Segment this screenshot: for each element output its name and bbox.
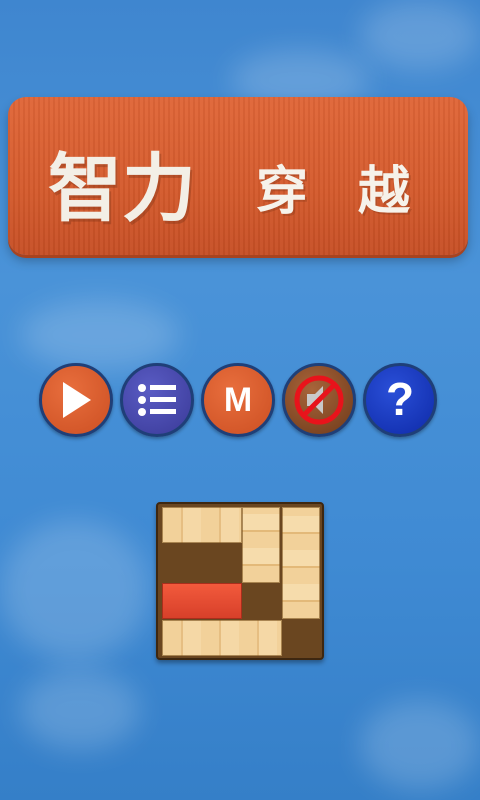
level-list-button[interactable] (120, 363, 194, 437)
list-icon (138, 384, 176, 416)
wood-block (282, 507, 320, 619)
wood-block (242, 507, 280, 583)
help-button[interactable]: ? (363, 363, 437, 437)
title-char-3: 越 (358, 162, 411, 222)
more-games-button[interactable]: M (201, 363, 275, 437)
question-icon: ? (385, 373, 415, 425)
m-icon: M (223, 380, 253, 419)
sound-toggle-button[interactable] (282, 363, 356, 437)
play-button[interactable] (39, 363, 113, 437)
target-block (162, 583, 242, 619)
title-char-2: 穿 (256, 162, 309, 222)
title-main: 智力 (48, 146, 196, 232)
title-board: 智力 穿 越 (8, 97, 468, 255)
sound-muted-icon (294, 375, 344, 425)
cloud (0, 520, 150, 660)
cloud (360, 700, 480, 790)
wood-block (162, 620, 282, 656)
cloud (20, 670, 140, 750)
wood-block (162, 507, 242, 543)
puzzle-preview (156, 502, 324, 660)
play-icon (63, 382, 91, 418)
cloud (20, 300, 180, 370)
cloud (360, 0, 480, 70)
